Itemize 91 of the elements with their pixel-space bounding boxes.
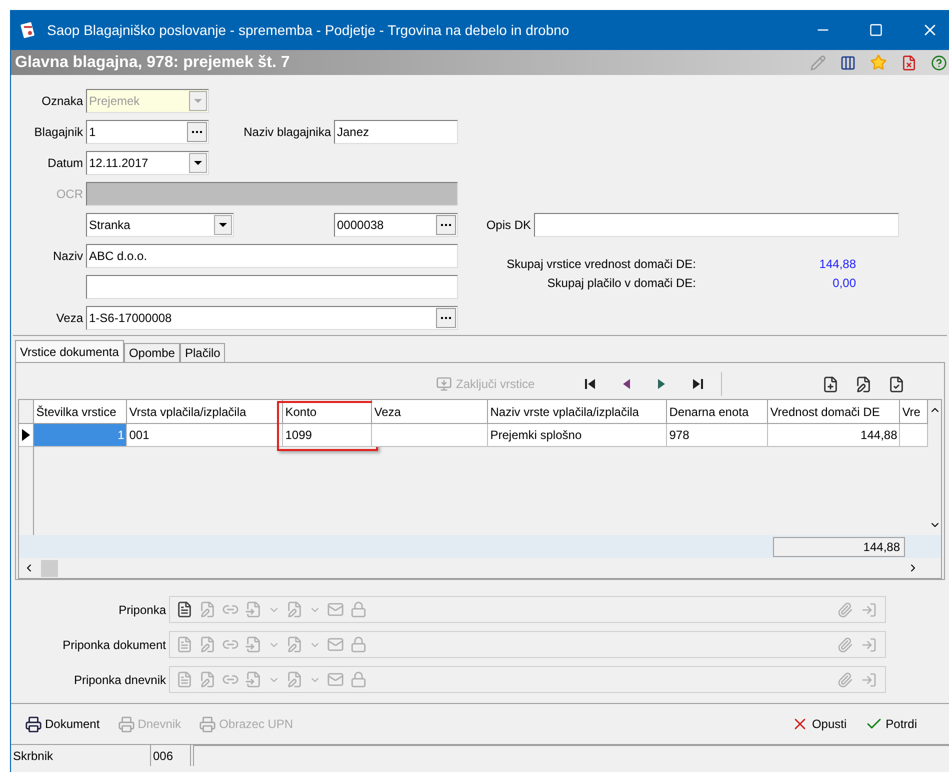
column-header[interactable]: Naziv vrste vplačila/izplačila xyxy=(488,400,668,424)
status-panel: 006 xyxy=(151,745,191,766)
printer-icon xyxy=(25,716,42,732)
attach-icon[interactable] xyxy=(837,672,853,688)
field-label: Datum xyxy=(48,155,83,172)
lock-icon[interactable] xyxy=(350,636,367,653)
attachment-label: Priponka dokument xyxy=(62,636,166,654)
table-cell: 1 xyxy=(34,424,128,447)
input-field[interactable]: 0000038 xyxy=(334,213,458,237)
edit-icon[interactable] xyxy=(286,636,303,653)
total-cell: 144,88 xyxy=(773,536,905,556)
attachment-label: Priponka xyxy=(118,602,166,618)
delete-document-icon[interactable] xyxy=(901,54,917,70)
scroll-thumb[interactable] xyxy=(41,560,58,576)
edit-document-icon[interactable] xyxy=(199,671,216,688)
check-line-icon[interactable] xyxy=(888,376,905,392)
toolbar-button[interactable]: Dokument xyxy=(25,715,100,733)
column-header[interactable]: Vrednost domači DE xyxy=(768,400,900,424)
mail-icon[interactable] xyxy=(327,636,344,653)
column-header[interactable]: Konto xyxy=(283,400,372,424)
table-cell: 1099 xyxy=(283,424,372,447)
field-label: Veza xyxy=(56,310,83,327)
import-document-icon[interactable] xyxy=(245,671,262,688)
column-header[interactable]: Veza xyxy=(372,400,488,424)
input-field[interactable] xyxy=(86,275,458,299)
import-document-icon[interactable] xyxy=(245,636,262,653)
table-cell: 144,88 xyxy=(768,424,900,447)
input-field[interactable]: 1 xyxy=(86,120,209,144)
import-document-icon[interactable] xyxy=(245,601,262,618)
new-line-icon[interactable] xyxy=(822,376,839,392)
star-icon[interactable] xyxy=(870,54,887,71)
ellipsis-icon[interactable] xyxy=(187,122,207,142)
printer-icon xyxy=(118,716,135,732)
input-field[interactable] xyxy=(534,213,899,237)
maximize-icon[interactable] xyxy=(869,23,883,37)
mail-icon[interactable] xyxy=(327,671,344,688)
edit-icon[interactable] xyxy=(286,601,303,618)
import-icon[interactable] xyxy=(861,672,877,688)
column-header[interactable]: Vre xyxy=(900,400,928,424)
close-rows-icon xyxy=(436,376,452,392)
date-picker[interactable]: 12.11.2017 xyxy=(86,151,209,175)
field-label: Naziv blagajnika xyxy=(244,124,331,141)
column-header[interactable]: Vrsta vplačila/izplačila xyxy=(127,400,284,424)
document-icon[interactable] xyxy=(176,601,193,618)
edit-document-icon[interactable] xyxy=(199,601,216,618)
import-icon[interactable] xyxy=(861,636,877,652)
table-cell xyxy=(900,424,928,447)
edit-document-icon[interactable] xyxy=(199,636,216,653)
field-label: OCR xyxy=(56,186,83,203)
attachment-label: Priponka dnevnik xyxy=(74,672,166,688)
field-label: Naziv xyxy=(52,248,83,265)
mail-icon[interactable] xyxy=(327,601,344,618)
toolbar-button[interactable]: Potrdi xyxy=(864,715,917,733)
ellipsis-icon[interactable] xyxy=(436,215,456,235)
printer-icon xyxy=(199,716,216,732)
last-record-icon[interactable] xyxy=(690,377,705,391)
total-label: Skupaj plačilo v domači DE: xyxy=(547,275,696,292)
edit-icon[interactable] xyxy=(286,671,303,688)
table-cell: 978 xyxy=(667,424,768,447)
lock-icon[interactable] xyxy=(350,601,367,618)
total-value: 144,88 xyxy=(819,256,856,273)
attach-icon[interactable] xyxy=(837,602,853,618)
input-field[interactable]: ABC d.o.o. xyxy=(86,244,458,268)
input-field[interactable]: Janez xyxy=(334,120,458,144)
first-record-icon[interactable] xyxy=(582,377,597,391)
column-header[interactable]: Številka vrstice xyxy=(34,400,128,424)
toolbar-button[interactable]: Opusti xyxy=(790,715,847,733)
lock-icon[interactable] xyxy=(350,671,367,688)
edit-line-icon[interactable] xyxy=(854,376,872,392)
field-label: Opis DK xyxy=(486,217,531,234)
column-header[interactable]: Denarna enota xyxy=(667,400,768,424)
table-cell: Prejemki splošno xyxy=(488,424,668,447)
table-cell: 001 xyxy=(127,424,284,447)
edit-icon[interactable] xyxy=(810,54,826,70)
field-label: Blagajnik xyxy=(34,124,83,141)
window-title: Saop Blagajniško poslovanje - sprememba - Podjetje - Trgovina na debelo in drobno xyxy=(47,20,570,40)
ellipsis-icon[interactable] xyxy=(436,308,456,328)
tab[interactable]: Plačilo xyxy=(180,343,226,362)
status-panel: Skrbnik xyxy=(11,745,151,766)
help-icon[interactable] xyxy=(931,54,947,70)
document-title: Glavna blagajna, 978: prejemek št. 7 xyxy=(15,52,290,72)
partner-type-dropdown[interactable]: Stranka xyxy=(86,213,234,237)
tab[interactable]: Vrstice dokumenta xyxy=(15,340,124,362)
total-value: 0,00 xyxy=(832,275,856,292)
import-icon[interactable] xyxy=(861,602,877,618)
columns-icon[interactable] xyxy=(840,54,856,70)
tab[interactable]: Opombe xyxy=(124,343,180,362)
input-field[interactable]: 1-S6-17000008 xyxy=(86,306,458,330)
attach-icon[interactable] xyxy=(837,636,853,652)
field-label: Oznaka xyxy=(42,93,83,110)
total-label: Skupaj vrstice vrednost domači DE: xyxy=(506,256,696,273)
